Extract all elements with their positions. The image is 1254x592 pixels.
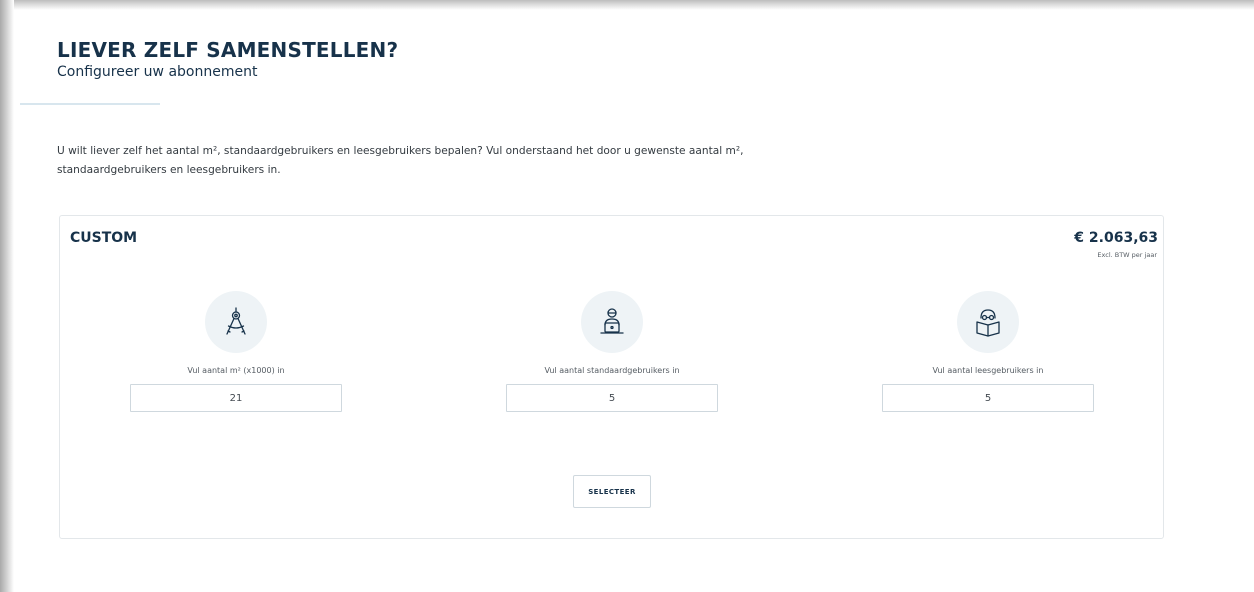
- window-shadow-left: [0, 0, 14, 592]
- read-users-field-label: Vul aantal leesgebruikers in: [932, 366, 1044, 375]
- page-subtitle: Configureer uw abonnement: [57, 64, 258, 80]
- price-note: Excl. BTW per jaar: [1097, 251, 1157, 259]
- standard-users-field-label: Vul aantal standaardgebruikers in: [544, 366, 680, 375]
- window-shadow-top: [0, 0, 1254, 10]
- reader-icon: [957, 291, 1019, 353]
- area-field-label: Vul aantal m² (x1000) in: [187, 366, 285, 375]
- price-value: € 2.063,63: [1074, 230, 1158, 246]
- select-button[interactable]: SELECTEER: [573, 475, 651, 508]
- laptop-user-icon: [581, 291, 643, 353]
- read-users-input[interactable]: [882, 384, 1094, 412]
- area-input[interactable]: [130, 384, 342, 412]
- title-divider: [20, 103, 160, 105]
- page-title: LIEVER ZELF SAMENSTELLEN?: [57, 38, 399, 62]
- card-title: CUSTOM: [70, 230, 138, 246]
- custom-plan-card: CUSTOM € 2.063,63 Excl. BTW per jaar Vul…: [59, 215, 1164, 539]
- standard-users-input[interactable]: [506, 384, 718, 412]
- compass-icon: [205, 291, 267, 353]
- intro-text: U wilt liever zelf het aantal m², standa…: [57, 145, 744, 176]
- page: LIEVER ZELF SAMENSTELLEN? Configureer uw…: [0, 0, 1254, 592]
